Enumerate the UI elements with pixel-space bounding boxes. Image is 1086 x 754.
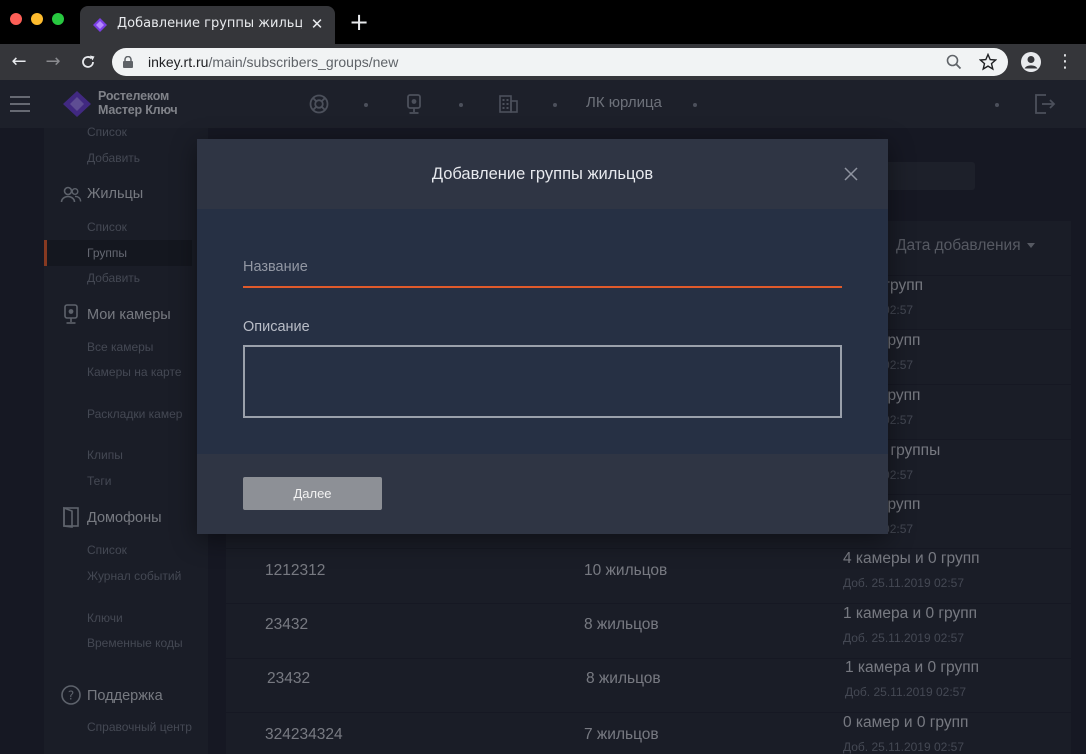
close-icon[interactable] [843,166,859,182]
browser-titlebar: Добавление группы жильцов | ✕ + [0,0,1086,44]
modal-title: Добавление группы жильцов [431,165,654,183]
zoom-search-icon[interactable] [945,53,963,71]
back-button[interactable]: ← [6,49,32,75]
forward-button[interactable]: → [40,49,66,75]
name-input[interactable]: Название [243,259,308,275]
browser-tab[interactable]: Добавление группы жильцов | ✕ [80,6,335,44]
profile-avatar-icon[interactable] [1020,51,1042,73]
reload-icon [82,55,95,68]
window-maximize-button[interactable] [52,13,64,25]
add-group-modal: Добавление группы жильцов Название Описа… [197,139,888,534]
window-minimize-button[interactable] [31,13,43,25]
lock-icon [123,56,133,68]
browser-toolbar: ← → inkey.rt.ru/main/subscribers_groups/… [0,44,1086,80]
name-input-underline [243,286,842,288]
rostelecom-favicon-icon [93,18,107,32]
bookmark-star-icon[interactable] [979,53,997,71]
description-textarea[interactable] [243,345,842,418]
modal-header: Добавление группы жильцов [197,139,888,209]
app-viewport: Ростелеком Мастер Ключ ЛК юрлица Список … [0,80,1086,754]
browser-menu-icon[interactable]: ⋮ [1056,50,1074,74]
next-button[interactable]: Далее [243,477,382,510]
tab-close-icon[interactable]: ✕ [307,14,327,34]
reload-button[interactable] [75,49,101,75]
url-text: inkey.rt.ru/main/subscribers_groups/new [148,54,399,70]
new-tab-button[interactable]: + [346,10,372,36]
address-bar[interactable]: inkey.rt.ru/main/subscribers_groups/new [112,48,1008,76]
description-label: Описание [243,319,310,335]
window-close-button[interactable] [10,13,22,25]
tab-title: Добавление группы жильцов | [117,16,302,31]
